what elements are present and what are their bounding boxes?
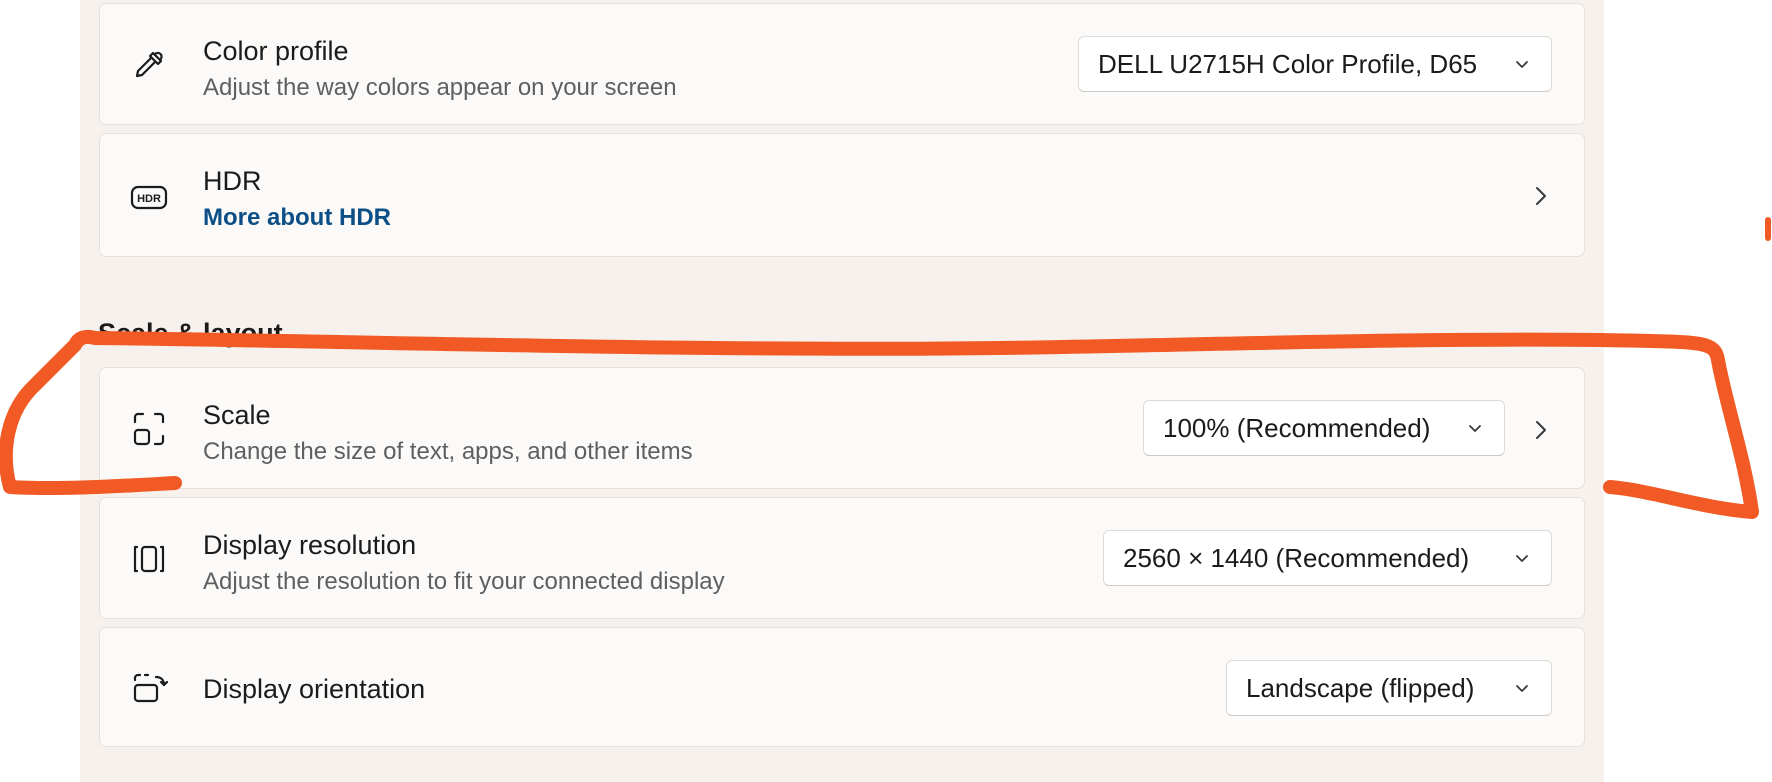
scale-dropdown[interactable]: 100% (Recommended) <box>1143 400 1505 456</box>
color-profile-dropdown[interactable]: DELL U2715H Color Profile, D65 <box>1078 36 1552 92</box>
display-orientation-dropdown[interactable]: Landscape (flipped) <box>1226 660 1552 716</box>
display-resolution-value: 2560 × 1440 (Recommended) <box>1123 542 1470 573</box>
svg-text:HDR: HDR <box>137 193 161 205</box>
chevron-down-icon <box>1466 419 1484 437</box>
color-profile-title: Color profile <box>203 36 349 66</box>
resolution-icon <box>130 540 168 578</box>
scale-title: Scale <box>203 400 271 430</box>
chevron-down-icon <box>1513 549 1531 567</box>
chevron-down-icon <box>1513 679 1531 697</box>
eyedropper-icon <box>130 46 168 84</box>
color-profile-card[interactable]: Color profile Adjust the way colors appe… <box>99 3 1585 125</box>
scale-subtitle: Change the size of text, apps, and other… <box>203 438 693 465</box>
hdr-title: HDR <box>203 166 262 196</box>
chevron-right-icon[interactable] <box>1530 418 1550 442</box>
hdr-icon: HDR <box>130 178 168 216</box>
hdr-learn-more-link[interactable]: More about HDR <box>203 204 391 232</box>
display-orientation-value: Landscape (flipped) <box>1246 672 1475 703</box>
display-orientation-card[interactable]: Display orientation Landscape (flipped) <box>99 627 1585 747</box>
chevron-down-icon <box>1513 55 1531 73</box>
rotate-screen-icon <box>130 669 168 707</box>
display-orientation-title: Display orientation <box>203 674 426 704</box>
display-resolution-subtitle: Adjust the resolution to fit your connec… <box>203 568 725 595</box>
color-profile-subtitle: Adjust the way colors appear on your scr… <box>203 74 677 101</box>
display-resolution-title: Display resolution <box>203 530 417 560</box>
scale-value: 100% (Recommended) <box>1163 412 1431 443</box>
chevron-right-icon <box>1530 184 1550 208</box>
color-profile-value: DELL U2715H Color Profile, D65 <box>1098 48 1478 79</box>
section-title: Scale & layout <box>98 318 283 348</box>
scale-icon <box>130 410 168 448</box>
scale-card[interactable]: Scale Change the size of text, apps, and… <box>99 367 1585 489</box>
hdr-card[interactable]: HDR HDR More about HDR <box>99 133 1585 257</box>
display-resolution-card[interactable]: Display resolution Adjust the resolution… <box>99 497 1585 619</box>
display-resolution-dropdown[interactable]: 2560 × 1440 (Recommended) <box>1103 530 1552 586</box>
